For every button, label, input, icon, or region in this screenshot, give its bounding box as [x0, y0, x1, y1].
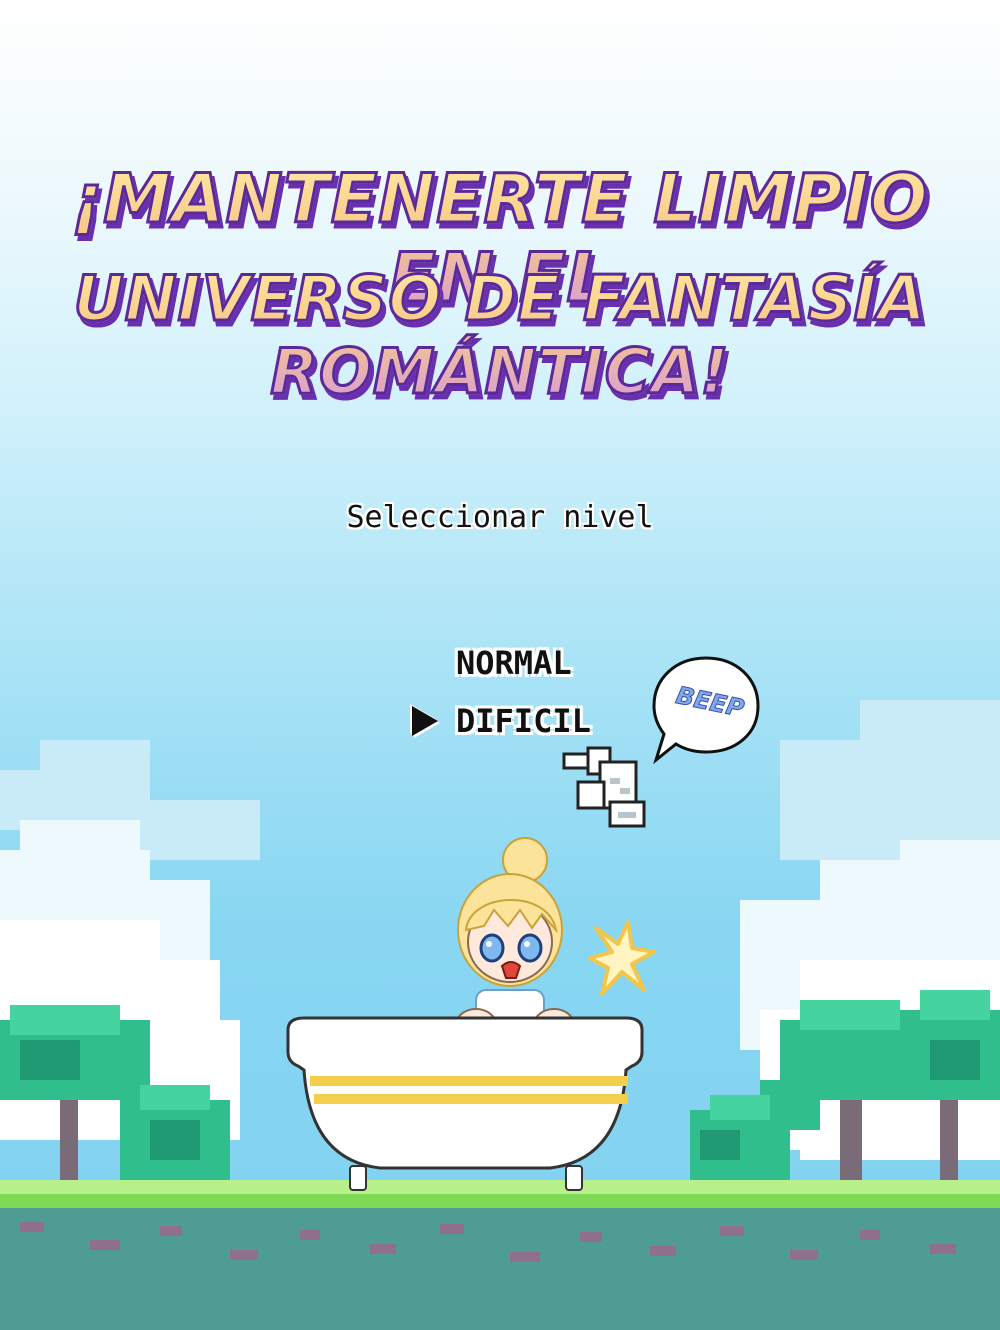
pixel-hand-cursor-icon	[562, 746, 646, 828]
pixel-trees-right	[690, 990, 1000, 1190]
option-normal[interactable]: NORMAL	[456, 644, 572, 682]
select-level-heading: Seleccionar nivel	[346, 500, 654, 536]
game-title-line-2: universo de fantasía romántica!	[40, 261, 960, 410]
game-screen: ¡Mantenerte limpio en el universo de fan…	[0, 0, 1000, 1330]
pointer-arrow-icon	[412, 706, 438, 736]
character-in-bathtub	[286, 837, 644, 1191]
option-dificil[interactable]: DIFICIL	[456, 702, 591, 740]
ground	[0, 1180, 1000, 1330]
